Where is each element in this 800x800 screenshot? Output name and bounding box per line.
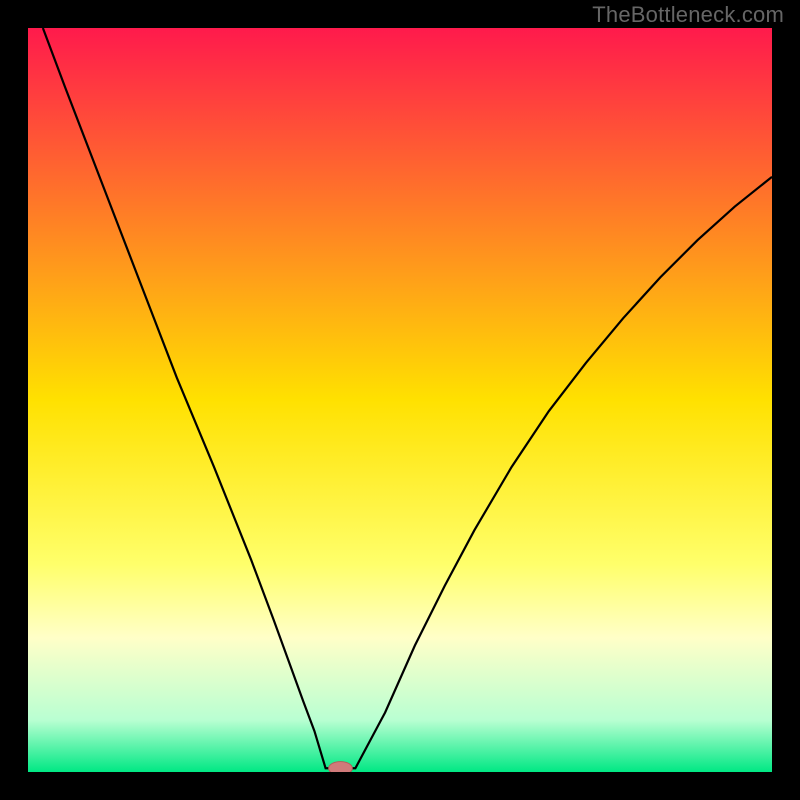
chart-svg [28,28,772,772]
chart-root: TheBottleneck.com [0,0,800,800]
plot-area [28,28,772,772]
gradient-background [28,28,772,772]
optimum-marker [329,762,353,772]
watermark-text: TheBottleneck.com [592,2,784,28]
